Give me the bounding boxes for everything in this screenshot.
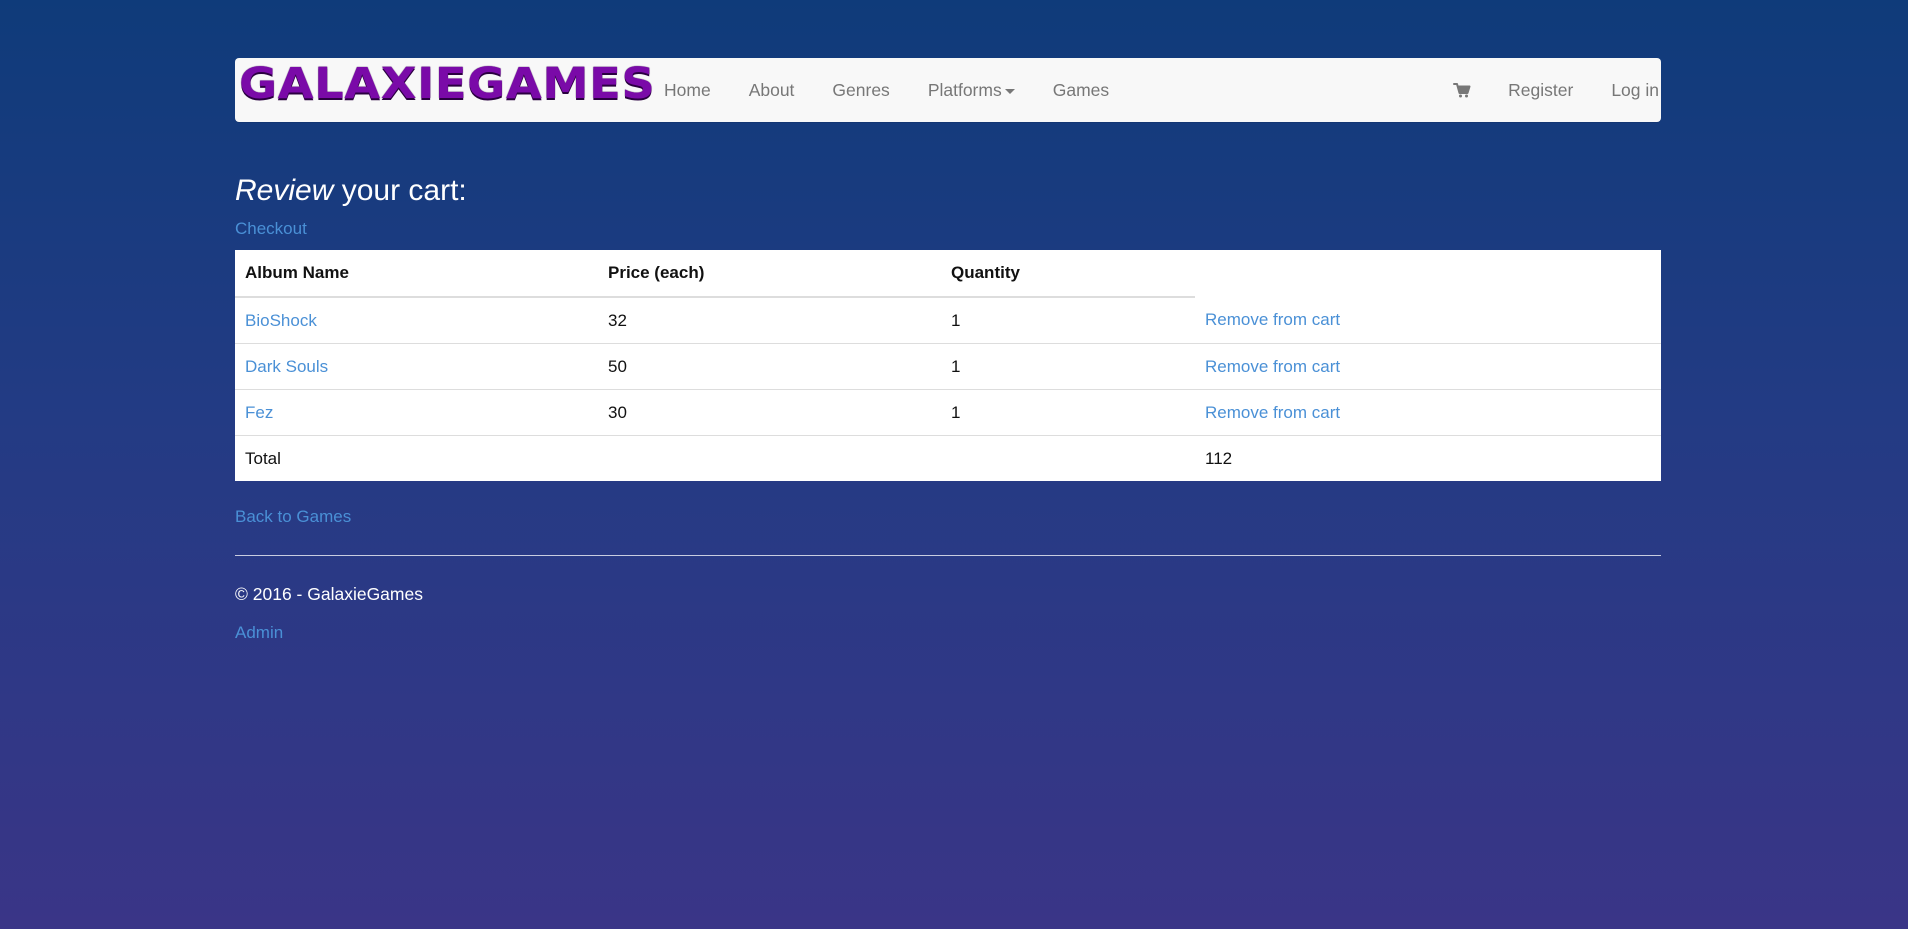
cell-quantity: 1 <box>941 389 1195 436</box>
brand-logo: GALAXIEGAMES <box>239 58 656 109</box>
remove-from-cart-link[interactable]: Remove from cart <box>1205 403 1340 422</box>
total-label: Total <box>235 435 598 481</box>
total-value: 112 <box>1195 435 1661 481</box>
header-actions <box>1195 250 1661 297</box>
nav-home[interactable]: Home <box>656 58 730 122</box>
game-link-bioshock[interactable]: BioShock <box>245 311 317 330</box>
page-container: GALAXIEGAMES Home About Genres Platforms… <box>235 58 1661 643</box>
cell-price: 50 <box>598 343 941 390</box>
nav-account-links: Register Log in <box>1453 58 1659 122</box>
page-title-rest: your cart: <box>333 174 467 207</box>
table-row: BioShock 32 1 Remove from cart <box>235 297 1661 344</box>
page-title-emphasis: Review <box>235 174 334 207</box>
cell-price: 30 <box>598 389 941 436</box>
total-empty-cell <box>941 435 1195 481</box>
total-row: Total 112 <box>235 435 1661 481</box>
table-row: Fez 30 1 Remove from cart <box>235 389 1661 436</box>
nav-games[interactable]: Games <box>1034 58 1128 122</box>
checkout-link[interactable]: Checkout <box>235 219 307 239</box>
table-row: Dark Souls 50 1 Remove from cart <box>235 343 1661 390</box>
table-header-row: Album Name Price (each) Quantity <box>235 250 1661 298</box>
navbar: GALAXIEGAMES Home About Genres Platforms… <box>235 58 1661 122</box>
header-album-name: Album Name <box>235 250 598 298</box>
admin-link[interactable]: Admin <box>235 623 283 643</box>
copyright-text: © 2016 - GalaxieGames <box>235 584 423 604</box>
nav-about[interactable]: About <box>730 58 814 122</box>
back-to-games-link[interactable]: Back to Games <box>235 507 351 527</box>
nav-platforms-dropdown[interactable]: Platforms <box>909 58 1034 122</box>
cart-table: Album Name Price (each) Quantity BioShoc… <box>235 250 1661 481</box>
shopping-cart-icon[interactable] <box>1453 58 1489 122</box>
cell-price: 32 <box>608 310 627 330</box>
login-link[interactable]: Log in <box>1592 58 1659 122</box>
register-link[interactable]: Register <box>1489 58 1592 122</box>
caret-down-icon <box>1004 88 1015 94</box>
nav-genres[interactable]: Genres <box>813 58 908 122</box>
total-empty-cell <box>598 435 941 481</box>
remove-from-cart-link[interactable]: Remove from cart <box>1205 357 1340 376</box>
brand-logo-link[interactable]: GALAXIEGAMES <box>239 58 655 122</box>
header-quantity: Quantity <box>941 250 1195 298</box>
nav-main-links: Home About Genres Platforms Games <box>656 58 1128 122</box>
game-link-dark-souls[interactable]: Dark Souls <box>245 357 328 376</box>
remove-from-cart-link[interactable]: Remove from cart <box>1205 310 1340 329</box>
cell-quantity: 1 <box>951 310 961 330</box>
cell-quantity: 1 <box>941 343 1195 390</box>
footer-divider <box>235 555 1661 556</box>
nav-platforms-label: Platforms <box>927 80 1002 100</box>
game-link-fez[interactable]: Fez <box>245 403 273 422</box>
page-title: Review your cart: <box>235 174 1661 207</box>
header-price: Price (each) <box>598 250 941 298</box>
